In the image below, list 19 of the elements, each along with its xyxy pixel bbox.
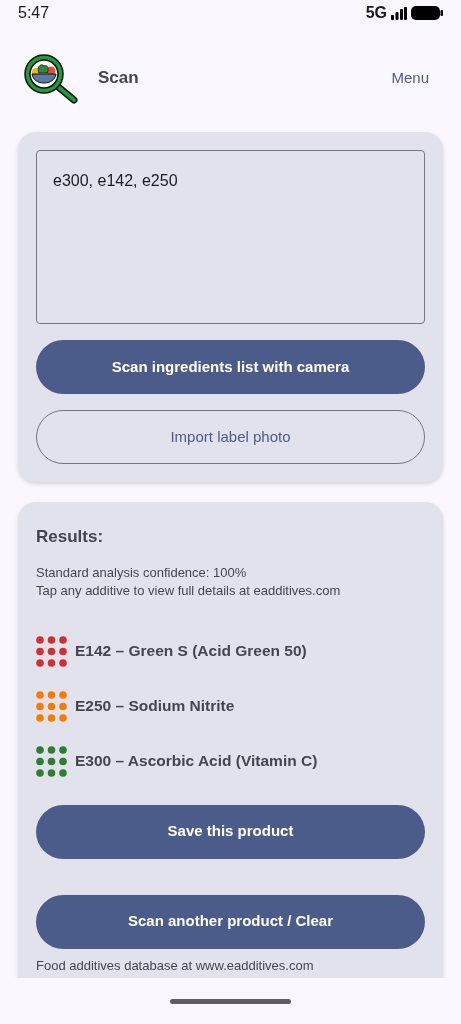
home-indicator[interactable] <box>170 998 291 1004</box>
camera-scan-button[interactable]: Scan ingredients list with camera <box>36 340 425 394</box>
info-text: Standard analysis confidence: 100% <box>36 563 248 582</box>
ingredients-field[interactable]: e300, e142, e250 <box>36 150 425 324</box>
screen-title: Scan <box>98 67 139 90</box>
save-button[interactable]: Save this product <box>36 804 425 859</box>
logo-icon <box>22 52 78 104</box>
menu-link[interactable]: Menu <box>391 66 429 90</box>
clear-button[interactable]: Scan another product / Clear <box>36 894 425 949</box>
status-time: 5:47 <box>18 3 50 23</box>
battery-icon <box>411 6 443 20</box>
footer-text: Food additives database at www.eadditives.com <box>36 956 315 975</box>
additive-link[interactable]: E300 – Ascorbic Acid (Vitamin C) <box>75 749 318 773</box>
network-label: 5G <box>365 3 387 23</box>
additive-link[interactable]: E142 – Green S (Acid Green 50) <box>75 639 307 663</box>
results-heading: Results: <box>36 526 105 548</box>
additive-link[interactable]: E250 – Sodium Nitrite <box>75 694 235 718</box>
info-text: Tap any additive to view full details at eadditives.com <box>36 581 342 600</box>
signal-icon <box>391 6 407 20</box>
